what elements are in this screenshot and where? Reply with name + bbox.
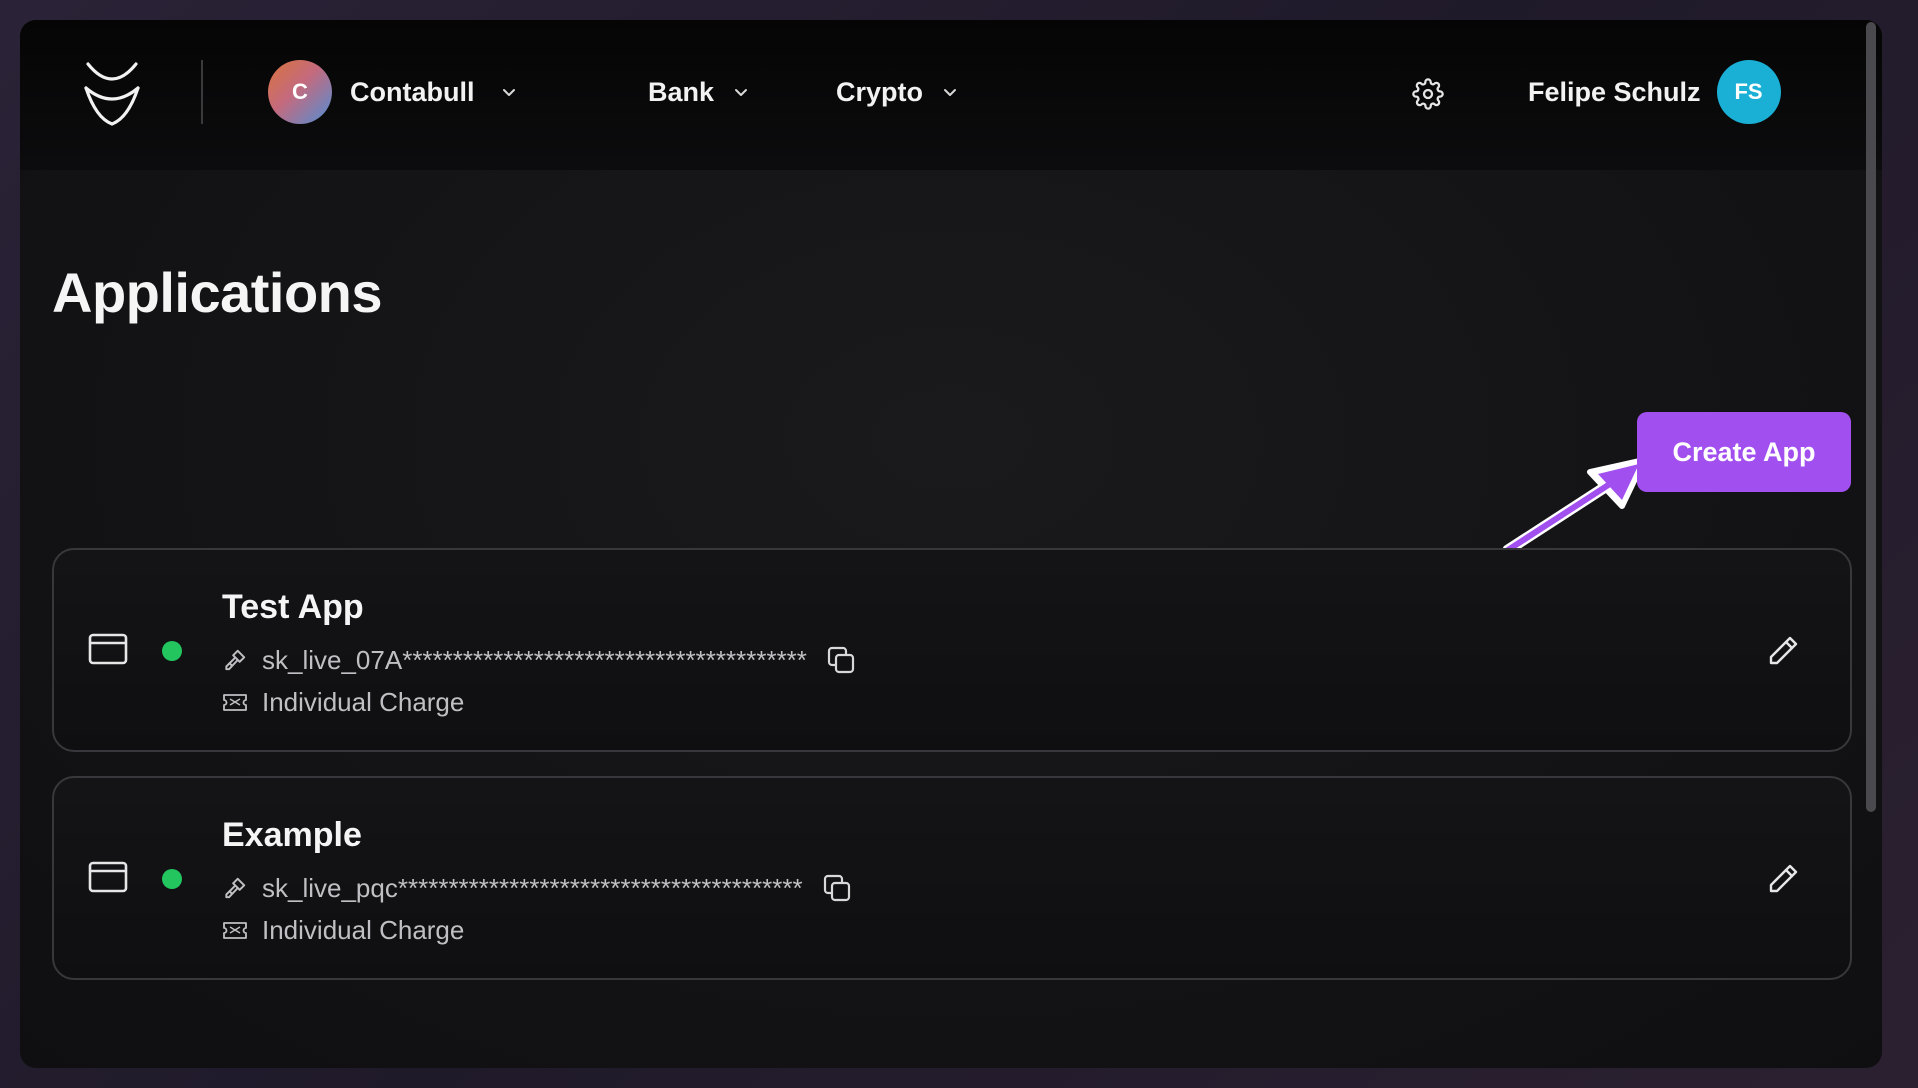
top-navigation-bar: C Contabull Bank Crypto Felipe Schulz FS xyxy=(20,20,1882,170)
app-card[interactable]: Test App sk_live_07A********************… xyxy=(52,548,1852,752)
ticket-icon xyxy=(223,694,247,711)
org-switcher[interactable]: C Contabull xyxy=(268,60,518,124)
nav-bank[interactable]: Bank xyxy=(648,60,750,124)
app-name: Test App xyxy=(222,588,364,626)
nav-bank-label: Bank xyxy=(648,76,715,107)
chevron-down-icon xyxy=(944,89,956,96)
org-avatar: C xyxy=(268,60,332,124)
create-app-button[interactable]: Create App xyxy=(1637,412,1851,492)
app-window-icon xyxy=(88,633,128,665)
pencil-icon[interactable] xyxy=(1766,862,1800,896)
org-name: Contabull xyxy=(350,76,475,107)
api-key-value: sk_live_07A*****************************… xyxy=(262,644,807,675)
app-name: Example xyxy=(222,816,362,854)
arrow-icon xyxy=(1502,457,1647,556)
nav-crypto-label: Crypto xyxy=(836,76,923,107)
status-indicator xyxy=(162,641,182,661)
ticket-icon xyxy=(223,922,247,939)
header-divider xyxy=(201,60,203,124)
charge-type: Individual Charge xyxy=(262,914,465,945)
nav-crypto[interactable]: Crypto xyxy=(836,60,959,124)
pencil-icon[interactable] xyxy=(1766,634,1800,668)
user-name: Felipe Schulz xyxy=(1528,76,1701,107)
api-key-value: sk_live_pqc*****************************… xyxy=(262,872,803,903)
app-card[interactable]: Example sk_live_pqc*********************… xyxy=(52,776,1852,980)
scrollbar-thumb[interactable] xyxy=(1866,22,1876,812)
app-window: C Contabull Bank Crypto Felipe Schulz FS… xyxy=(20,20,1882,1068)
charge-type-row: Individual Charge xyxy=(222,912,464,948)
logo-icon[interactable] xyxy=(82,58,142,128)
copy-icon[interactable] xyxy=(825,644,857,676)
gear-icon[interactable] xyxy=(1412,78,1444,110)
charge-type: Individual Charge xyxy=(262,686,465,717)
avatar: FS xyxy=(1716,60,1781,124)
key-icon xyxy=(225,649,246,671)
chevron-down-icon xyxy=(735,89,748,96)
app-window-icon xyxy=(88,861,128,893)
charge-type-row: Individual Charge xyxy=(222,684,464,720)
api-key-row: sk_live_07A*****************************… xyxy=(222,640,857,680)
api-key-row: sk_live_pqc*****************************… xyxy=(222,868,853,908)
status-indicator xyxy=(162,869,182,889)
key-icon xyxy=(225,877,246,899)
chevron-down-icon xyxy=(503,89,516,96)
page-title: Applications xyxy=(52,261,383,324)
copy-icon[interactable] xyxy=(821,872,853,904)
user-menu[interactable]: Felipe Schulz FS xyxy=(1528,60,1781,124)
